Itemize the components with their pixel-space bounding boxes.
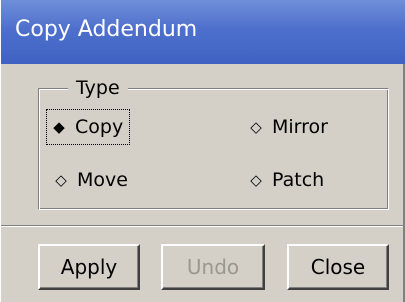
type-group-legend: Type: [68, 76, 128, 100]
radio-copy[interactable]: ◆ Copy: [45, 109, 131, 145]
radio-patch-label: Patch: [272, 169, 325, 191]
diamond-outline-icon: ◇: [55, 171, 67, 189]
apply-button[interactable]: Apply: [38, 244, 140, 290]
radio-copy-label: Copy: [75, 116, 124, 138]
radio-move[interactable]: ◇ Move: [51, 163, 128, 197]
window-title: Copy Addendum: [15, 17, 198, 42]
radio-patch[interactable]: ◇ Patch: [246, 163, 324, 197]
close-button[interactable]: Close: [287, 244, 389, 290]
copy-addendum-dialog: Copy Addendum Type ◆ Copy ◇ Mirror ◇ Mov…: [0, 0, 405, 302]
radio-mirror[interactable]: ◇ Mirror: [246, 110, 328, 144]
undo-button[interactable]: Undo: [161, 244, 265, 290]
button-separator: [1, 225, 405, 227]
radio-move-label: Move: [77, 169, 128, 191]
diamond-outline-icon: ◇: [250, 118, 262, 136]
diamond-outline-icon: ◇: [250, 171, 262, 189]
title-bar[interactable]: Copy Addendum: [1, 0, 405, 64]
diamond-filled-icon: ◆: [53, 118, 65, 136]
radio-mirror-label: Mirror: [272, 116, 328, 138]
